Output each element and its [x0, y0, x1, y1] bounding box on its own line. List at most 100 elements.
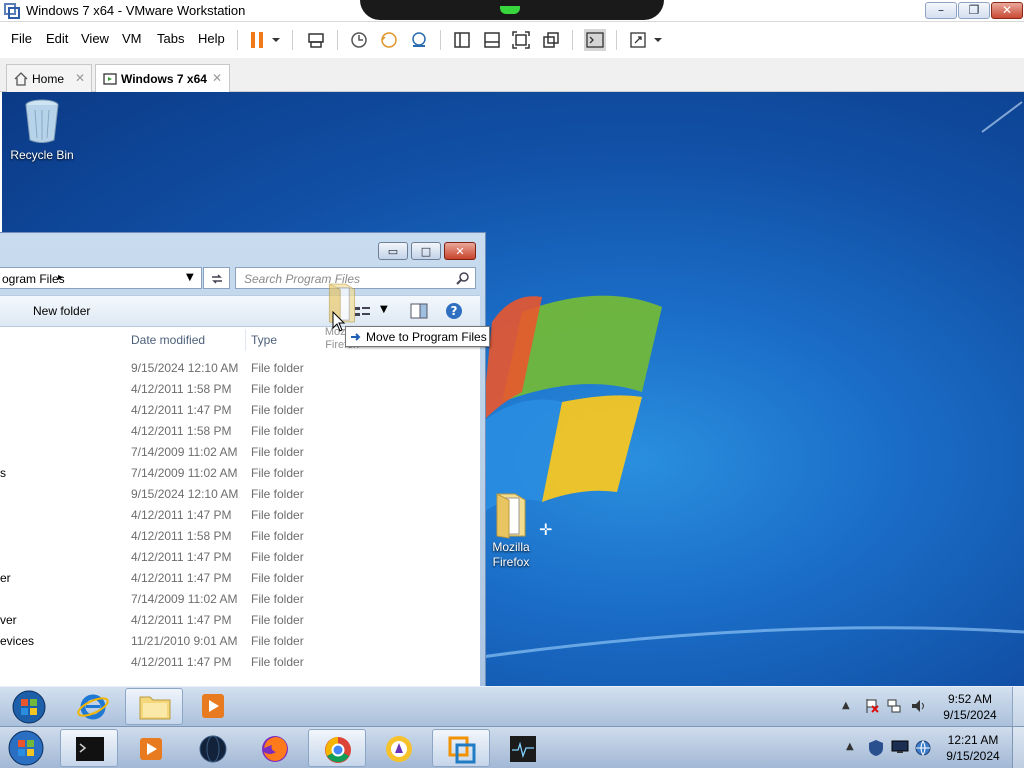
address-text: ogram Files [2, 272, 65, 286]
vmware-menubar: File Edit View VM Tabs Help [0, 22, 1024, 58]
explorer-window[interactable]: ▭ □ ✕ ogram Files ▸ ▼ Search Program Fil… [0, 232, 486, 688]
drag-tooltip: Move to Program Files [345, 326, 490, 347]
full-screen-icon[interactable] [511, 30, 531, 50]
close-button[interactable]: ✕ [991, 2, 1023, 19]
sidebar-view-icon[interactable] [452, 30, 472, 50]
taskbar-firefox-button[interactable] [246, 729, 304, 767]
menu-tabs[interactable]: Tabs [157, 31, 184, 46]
tray-expand-icon[interactable]: ▲ [842, 700, 850, 711]
breadcrumb-arrow-icon[interactable]: ▸ [58, 272, 63, 283]
pause-icon[interactable] [248, 30, 268, 50]
file-row[interactable]: 9/15/2024 12:10 AM File folder [0, 358, 480, 379]
firefox-icon [262, 736, 288, 762]
taskbar-media-player-button[interactable] [122, 729, 180, 767]
column-header-type[interactable]: Type [251, 333, 277, 347]
file-row[interactable]: 7/14/2009 11:02 AM File folder [0, 589, 480, 610]
shield-icon[interactable] [868, 739, 884, 757]
view-dropdown-icon[interactable]: ▼ [380, 304, 388, 315]
chevron-down-icon[interactable] [652, 30, 664, 50]
taskbar-chrome-button[interactable] [308, 729, 366, 767]
column-divider[interactable] [245, 329, 246, 351]
file-row[interactable]: 4/12/2011 1:58 PM File folder [0, 421, 480, 442]
tab-windows-7-x64[interactable]: Windows 7 x64 ✕ [95, 64, 230, 92]
unity-icon[interactable] [541, 30, 561, 50]
explorer-minimize-button[interactable]: ▭ [378, 242, 408, 260]
action-center-icon[interactable] [864, 698, 880, 714]
file-row[interactable]: 4/12/2011 1:58 PM File folder [0, 379, 480, 400]
stretch-icon[interactable] [628, 30, 648, 50]
tray-expand-icon[interactable]: ▲ [846, 741, 854, 752]
internet-explorer-icon[interactable] [76, 691, 110, 723]
taskbar-explorer-button[interactable] [125, 688, 183, 725]
show-desktop-button[interactable] [1012, 727, 1024, 768]
file-row[interactable]: 9/15/2024 12:10 AM File folder [0, 484, 480, 505]
close-tab-icon[interactable]: ✕ [75, 71, 85, 85]
close-tab-icon[interactable]: ✕ [212, 71, 222, 85]
desktop-icon-recycle-bin[interactable]: Recycle Bin [6, 98, 78, 163]
guest-time: 9:52 AM [947, 692, 993, 706]
taskbar-terminal-button[interactable] [60, 729, 118, 767]
console-view-icon[interactable] [584, 29, 606, 51]
vmware-icon [448, 736, 476, 764]
guest-clock[interactable]: 9:52 AM 9/15/2024 [935, 691, 1005, 723]
media-player-icon[interactable] [200, 692, 226, 720]
explorer-maximize-button[interactable]: □ [411, 242, 441, 260]
host-time: 12:21 AM [947, 733, 999, 747]
column-header-date[interactable]: Date modified [131, 333, 205, 347]
file-row[interactable]: ver 4/12/2011 1:47 PM File folder [0, 610, 480, 631]
menu-vm[interactable]: VM [122, 31, 142, 46]
revert-snapshot-icon[interactable] [379, 30, 399, 50]
file-list[interactable]: Date modified Type 9/15/2024 12:10 AM Fil… [0, 327, 480, 688]
send-keys-icon[interactable] [306, 30, 326, 50]
file-row[interactable]: 4/12/2011 1:47 PM File folder [0, 400, 480, 421]
help-icon[interactable]: ? [445, 302, 463, 320]
show-desktop-button[interactable] [1012, 687, 1024, 727]
desktop-icon-mozilla-firefox[interactable]: Mozilla Firefox [481, 490, 541, 570]
chevron-down-icon[interactable] [270, 30, 282, 50]
menu-help[interactable]: Help [198, 31, 225, 46]
file-row[interactable]: 4/12/2011 1:47 PM File folder [0, 505, 480, 526]
refresh-button[interactable] [203, 267, 230, 289]
file-row[interactable]: er 4/12/2011 1:47 PM File folder [0, 568, 480, 589]
file-row[interactable]: 4/12/2011 1:47 PM File folder [0, 652, 480, 673]
file-row[interactable]: 4/12/2011 1:47 PM File folder [0, 547, 480, 568]
explorer-close-button[interactable]: ✕ [444, 242, 476, 260]
new-folder-button[interactable]: New folder [33, 304, 90, 318]
vmware-tab-strip: Home ✕ Windows 7 x64 ✕ [0, 58, 1024, 92]
taskbar-app-button[interactable] [370, 729, 428, 767]
tab-home[interactable]: Home ✕ [6, 64, 92, 92]
thumbnail-view-icon[interactable] [482, 30, 502, 50]
address-bar[interactable]: ogram Files ▸ ▼ [0, 267, 202, 289]
network-globe-icon[interactable] [914, 739, 932, 757]
minimize-button[interactable]: – [925, 2, 957, 19]
guest-date: 9/15/2024 [943, 708, 997, 722]
start-orb-icon[interactable] [6, 729, 46, 767]
restore-button[interactable]: ❐ [958, 2, 990, 19]
preview-pane-icon[interactable] [410, 303, 428, 319]
volume-icon[interactable] [910, 698, 928, 714]
display-icon[interactable] [891, 740, 909, 754]
file-row[interactable]: 4/12/2011 1:58 PM File folder [0, 526, 480, 547]
taskbar-app-button[interactable] [184, 729, 242, 767]
media-player-icon [140, 738, 162, 760]
menu-file[interactable]: File [11, 31, 32, 46]
file-row[interactable]: s 7/14/2009 11:02 AM File folder [0, 463, 480, 484]
menu-view[interactable]: View [81, 31, 109, 46]
taskbar-monitor-button[interactable] [494, 729, 552, 767]
menu-edit[interactable]: Edit [46, 31, 68, 46]
host-clock[interactable]: 12:21 AM 9/15/2024 [938, 732, 1008, 764]
toolbar-separator [237, 30, 238, 50]
file-row[interactable]: evices 11/21/2010 9:01 AM File folder [0, 631, 480, 652]
file-row[interactable]: 7/14/2009 11:02 AM File folder [0, 442, 480, 463]
taskbar-vmware-button[interactable] [432, 729, 490, 767]
search-icon[interactable] [456, 271, 470, 285]
tab-label: Home [32, 72, 65, 86]
svg-text:?: ? [451, 304, 458, 318]
address-dropdown-icon[interactable]: ▼ [186, 272, 194, 283]
vpn-app-icon [386, 736, 412, 762]
network-icon[interactable] [886, 698, 902, 714]
snapshot-icon[interactable] [349, 30, 369, 50]
window-title: Windows 7 x64 - VMware Workstation [26, 3, 246, 18]
start-orb-icon[interactable] [10, 689, 48, 725]
snapshot-manager-icon[interactable] [409, 30, 429, 50]
